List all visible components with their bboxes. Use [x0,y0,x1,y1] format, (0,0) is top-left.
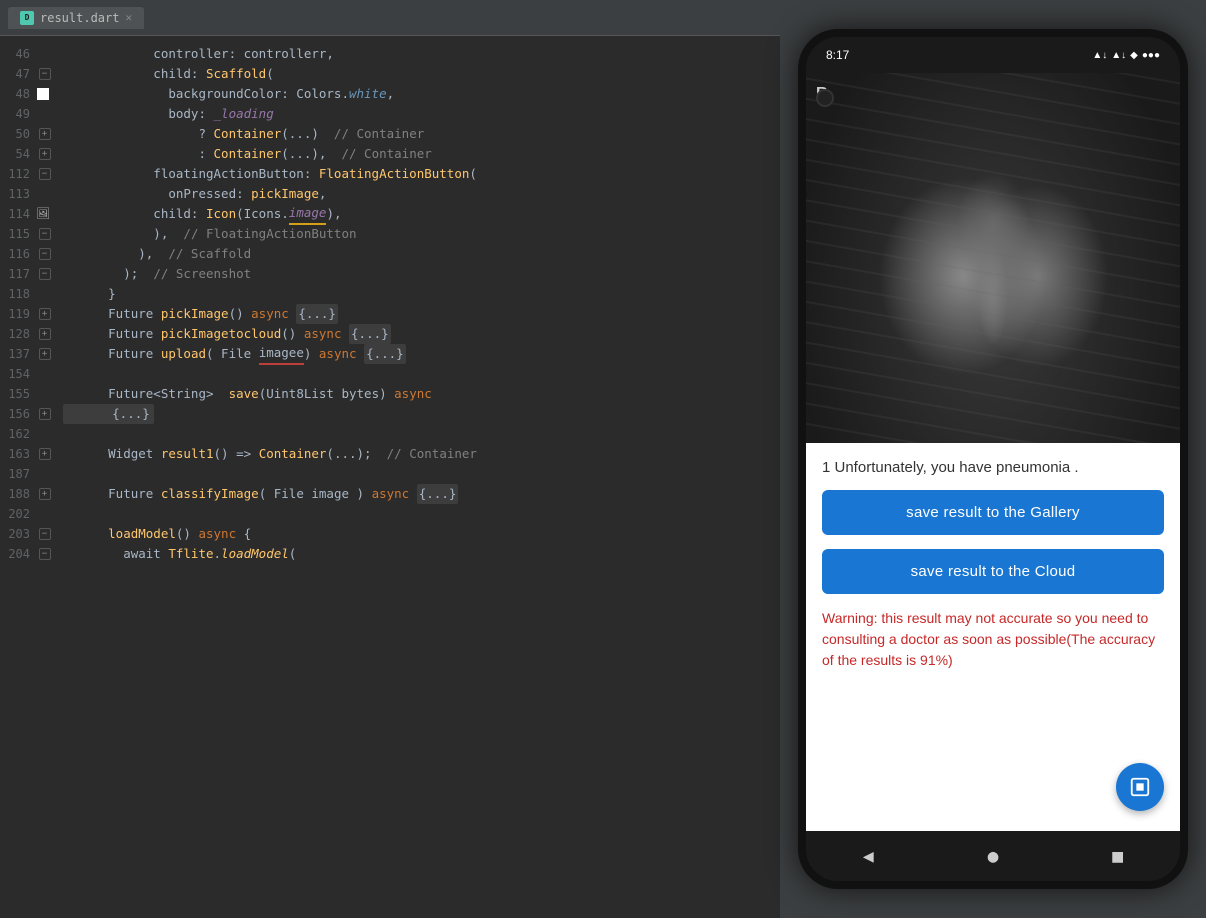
xray-image-container: R [806,73,1180,443]
diagnosis-text: 1 Unfortunately, you have pneumonia . [822,459,1164,476]
fold-icon-117[interactable] [39,268,51,280]
signal-bars: ●●● [1142,50,1160,61]
tab-bar: D result.dart ✕ [0,0,780,36]
code-line-162 [63,424,780,444]
code-line-47: child: Scaffold( [63,64,780,84]
code-line-49: body: _loading [63,104,780,124]
code-line-119: Future pickImage() async {...} [63,304,780,324]
save-gallery-button[interactable]: save result to the Gallery [822,490,1164,535]
code-line-204: await Tflite.loadModel( [63,544,780,564]
code-line-112: floatingActionButton: FloatingActionButt… [63,164,780,184]
code-line-128: Future pickImagetocloud() async {...} [63,324,780,344]
fold-icon-137[interactable] [39,348,51,360]
code-line-113: onPressed: pickImage, [63,184,780,204]
code-line-163: Widget result1() => Container(...); // C… [63,444,780,464]
breakpoint-48 [37,88,49,100]
code-line-116: ), // Scaffold [63,244,780,264]
status-time: 8:17 [826,48,849,62]
code-line-46: controller: controllerr, [63,44,780,64]
fold-icon-115[interactable] [39,228,51,240]
wifi-icon: ▲↓ [1092,50,1107,61]
fold-icon-116[interactable] [39,248,51,260]
fold-icon-50[interactable] [39,128,51,140]
code-line-187 [63,464,780,484]
code-line-203: loadModel() async { [63,524,780,544]
tab-close-button[interactable]: ✕ [125,11,132,24]
code-line-115: ), // FloatingActionButton [63,224,780,244]
fold-icon-128[interactable] [39,328,51,340]
save-cloud-button[interactable]: save result to the Cloud [822,549,1164,594]
editor-panel: D result.dart ✕ 46 47 48 49 50 54 112 11… [0,0,780,918]
nav-home-button[interactable]: ● [988,846,999,867]
code-line-117: ); // Screenshot [63,264,780,284]
warning-text: Warning: this result may not accurate so… [822,608,1164,671]
code-line-155: Future<String> save(Uint8List bytes) asy… [63,384,780,404]
xray-ribs-overlay [806,73,1180,443]
fold-icon-54[interactable] [39,148,51,160]
fold-icon-203[interactable] [39,528,51,540]
code-content: controller: controllerr, child: Scaffold… [55,36,780,918]
code-area: 46 47 48 49 50 54 112 113 114🖼 115 116 1… [0,36,780,918]
code-line-156: {...} [63,404,780,424]
phone-camera [816,89,834,107]
code-line-118: } [63,284,780,304]
nav-recents-button[interactable]: ■ [1112,846,1123,867]
code-line-188: Future classifyImage( File image ) async… [63,484,780,504]
dart-icon: D [20,11,34,25]
phone-device: 8:17 ▲↓ ▲↓ ◆ ●●● R 1 Unfortunately, you … [798,29,1188,889]
fab-button[interactable] [1116,763,1164,811]
signal-icon: ▲↓ [1111,50,1126,61]
line-numbers: 46 47 48 49 50 54 112 113 114🖼 115 116 1… [0,36,55,918]
code-line-137: Future upload( File imagee) async {...} [63,344,780,364]
code-line-50: ? Container(...) // Container [63,124,780,144]
tab-filename: result.dart [40,11,119,25]
fold-icon-112[interactable] [39,168,51,180]
fold-icon-163[interactable] [39,448,51,460]
file-tab[interactable]: D result.dart ✕ [8,7,144,29]
code-line-114: child: Icon(Icons.image), [63,204,780,224]
nav-back-button[interactable]: ◀ [863,846,874,867]
fold-icon-204[interactable] [39,548,51,560]
fold-icon-119[interactable] [39,308,51,320]
code-line-54: : Container(...), // Container [63,144,780,164]
status-icons: ▲↓ ▲↓ ◆ ●●● [1092,50,1160,61]
code-line-154 [63,364,780,384]
fold-icon-188[interactable] [39,488,51,500]
fold-icon-47[interactable] [39,68,51,80]
fold-icon-156[interactable] [39,408,51,420]
phone-panel: 8:17 ▲↓ ▲↓ ◆ ●●● R 1 Unfortunately, you … [780,0,1206,918]
code-line-48: backgroundColor: Colors.white, [63,84,780,104]
phone-nav-bar: ◀ ● ■ [806,831,1180,881]
battery-icon: ◆ [1130,50,1138,61]
phone-status-bar: 8:17 ▲↓ ▲↓ ◆ ●●● [806,37,1180,73]
image-gutter-icon: 🖼 [36,204,50,224]
xray-image: R [806,73,1180,443]
fab-icon [1129,776,1151,798]
code-line-202 [63,504,780,524]
